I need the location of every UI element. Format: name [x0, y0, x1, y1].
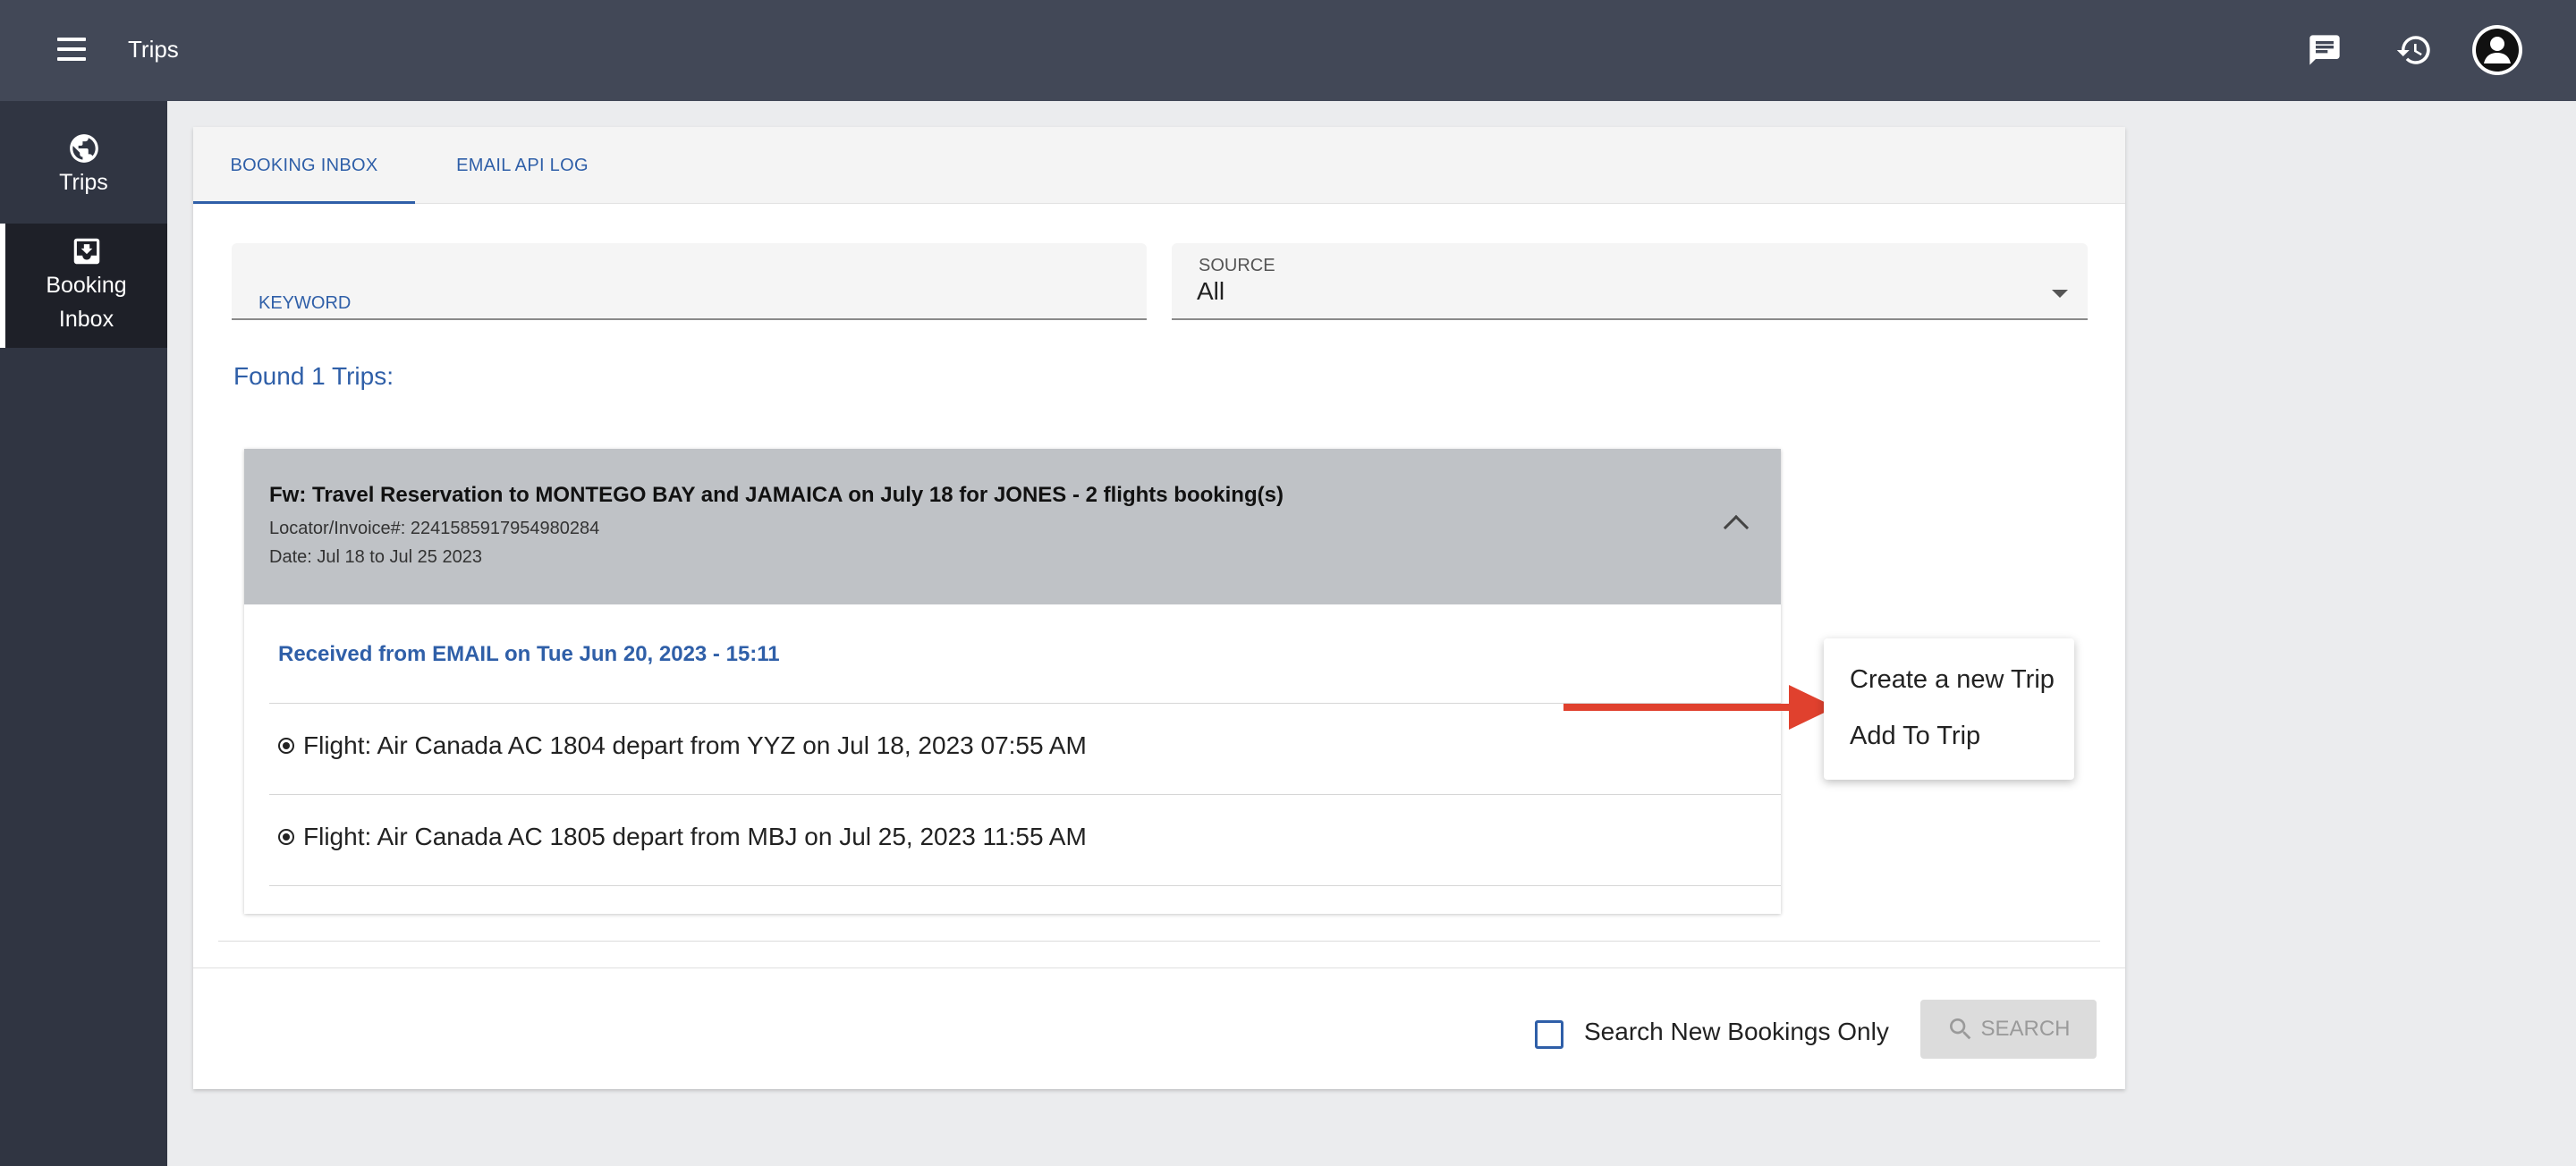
sidebar-item-label: Trips [59, 170, 108, 195]
new-bookings-checkbox[interactable] [1535, 1020, 1563, 1049]
received-info: Received from EMAIL on Tue Jun 20, 2023 … [278, 642, 780, 666]
search-button[interactable]: SEARCH [1920, 1000, 2097, 1059]
booking-inbox-card: BOOKING INBOX EMAIL API LOG KEYWORD SOUR… [193, 127, 2125, 1089]
new-bookings-label[interactable]: Search New Bookings Only [1584, 1018, 1889, 1046]
flight-text: Flight: Air Canada AC 1804 depart from Y… [303, 731, 1087, 759]
globe-icon [69, 134, 98, 163]
sidebar-item-trips[interactable]: Trips [0, 126, 167, 224]
tab-email-api-log[interactable]: EMAIL API LOG [415, 127, 630, 204]
top-app-bar: Trips [0, 0, 2576, 101]
tab-bar: BOOKING INBOX EMAIL API LOG [193, 127, 2125, 204]
dropdown-arrow-icon [2052, 290, 2068, 298]
inbox-download-icon [73, 238, 99, 265]
sidebar-item-booking-inbox[interactable]: Booking Inbox [0, 224, 167, 348]
flight-text: Flight: Air Canada AC 1805 depart from M… [303, 823, 1087, 850]
divider [218, 941, 2100, 942]
source-select[interactable]: SOURCE All [1172, 243, 2088, 320]
results-count: Found 1 Trips: [233, 362, 394, 390]
chat-icon[interactable] [2299, 24, 2351, 76]
search-button-label: SEARCH [1980, 1017, 2071, 1041]
trip-date: Date: Jul 18 to Jul 25 2023 [269, 547, 482, 567]
trip-panel: Fw: Travel Reservation to MONTEGO BAY an… [244, 449, 1781, 914]
source-label: SOURCE [1199, 256, 1275, 275]
trip-header[interactable]: Fw: Travel Reservation to MONTEGO BAY an… [244, 449, 1781, 604]
context-menu: Create a new Trip Add To Trip [1824, 638, 2074, 780]
radio-checked-icon [278, 738, 294, 754]
flight-item[interactable]: Flight: Air Canada AC 1804 depart from Y… [278, 731, 1087, 760]
keyword-label: KEYWORD [258, 293, 352, 313]
sidebar-item-label: Inbox [58, 307, 114, 332]
tab-booking-inbox[interactable]: BOOKING INBOX [193, 127, 415, 204]
history-icon[interactable] [2388, 24, 2440, 76]
sidebar: Trips Booking Inbox [0, 101, 167, 1166]
menu-icon[interactable] [50, 32, 91, 68]
search-icon [1950, 1018, 1971, 1040]
radio-checked-icon [278, 829, 294, 845]
flight-item[interactable]: Flight: Air Canada AC 1805 depart from M… [278, 823, 1087, 851]
divider [269, 794, 1781, 795]
keyword-input[interactable]: KEYWORD [232, 243, 1147, 320]
trip-title: Fw: Travel Reservation to MONTEGO BAY an… [269, 483, 1284, 507]
divider [269, 885, 1781, 886]
source-value: All [1197, 277, 1225, 305]
sidebar-item-label: Booking [46, 273, 127, 298]
menu-item-add-to-trip[interactable]: Add To Trip [1850, 722, 1980, 751]
account-icon[interactable] [2471, 24, 2523, 76]
card-footer: Search New Bookings Only SEARCH [193, 967, 2125, 1089]
chevron-up-icon[interactable] [1723, 514, 1750, 541]
app-title: Trips [128, 36, 179, 63]
divider [269, 703, 1781, 704]
menu-item-create-new-trip[interactable]: Create a new Trip [1850, 665, 2055, 695]
trip-locator: Locator/Invoice#: 2241585917954980284 [269, 519, 600, 538]
